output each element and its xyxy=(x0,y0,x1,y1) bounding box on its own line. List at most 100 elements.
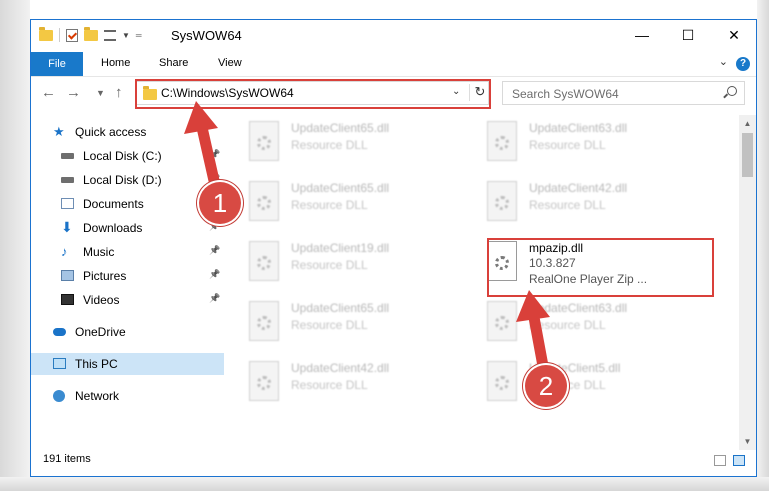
up-arrow-icon[interactable]: ↑ xyxy=(115,84,123,101)
gear-icon xyxy=(257,136,271,150)
step-2-badge: 2 xyxy=(525,365,567,407)
file-item[interactable]: UpdateClient65.dll Resource DLL xyxy=(249,119,469,169)
vertical-scrollbar[interactable]: ▲ ▼ xyxy=(739,115,756,450)
file-type: Resource DLL xyxy=(291,378,368,392)
nav-item-network[interactable]: Network xyxy=(31,385,224,407)
nav-item-videos[interactable]: Videos 📌 xyxy=(31,289,224,311)
file-type: Resource DLL xyxy=(291,258,368,272)
network-icon xyxy=(53,390,65,402)
folder-icon xyxy=(39,26,53,41)
file-item[interactable]: UpdateClient5.dll Resource DLL xyxy=(487,359,707,409)
file-item[interactable]: UpdateClient65.dll Resource DLL xyxy=(249,179,469,229)
nav-item-pictures[interactable]: Pictures 📌 xyxy=(31,265,224,287)
nav-item-label: This PC xyxy=(75,357,118,371)
drive-icon xyxy=(61,153,74,159)
tab-view[interactable]: View xyxy=(218,57,242,69)
gear-icon xyxy=(495,376,509,390)
search-placeholder: Search SysWOW64 xyxy=(512,87,619,101)
right-shadow xyxy=(757,0,769,491)
pin-icon[interactable]: 📌 xyxy=(209,269,220,280)
file-item[interactable]: UpdateClient42.dll Resource DLL xyxy=(249,359,469,409)
nav-item-download[interactable]: ⬇ Downloads 📌 xyxy=(31,217,224,239)
dll-file-icon xyxy=(249,301,279,341)
nav-item-music[interactable]: ♪ Music 📌 xyxy=(31,241,224,263)
file-name: UpdateClient63.dll xyxy=(529,301,628,315)
file-name: UpdateClient42.dll xyxy=(291,361,390,375)
file-name: UpdateClient65.dll xyxy=(291,301,390,315)
file-type: Resource DLL xyxy=(291,138,368,152)
navigation-pane: ★ Quick access Local Disk (C:) 📌 Local Disk … xyxy=(31,115,224,445)
file-name: UpdateClient63.dll xyxy=(529,121,628,135)
ribbon-tabs: File Home Share View ⌄ ? xyxy=(31,52,756,77)
pin-icon[interactable]: 📌 xyxy=(209,293,220,304)
file-name: UpdateClient65.dll xyxy=(291,181,390,195)
file-item[interactable]: UpdateClient42.dll Resource DLL xyxy=(487,179,707,229)
expand-ribbon-icon[interactable]: ⌄ xyxy=(719,55,728,68)
nav-item-label: Quick access xyxy=(75,125,147,139)
customize-toolbar-chevron-icon[interactable]: ▼ xyxy=(122,31,130,40)
dll-file-icon xyxy=(249,241,279,281)
properties-check-icon[interactable] xyxy=(66,28,78,42)
document-icon xyxy=(61,198,74,209)
videos-icon xyxy=(61,294,74,305)
nav-item-drive[interactable]: Local Disk (D:) 📌 xyxy=(31,169,224,191)
nav-item-cloud[interactable]: OneDrive xyxy=(31,321,224,343)
nav-item-label: Downloads xyxy=(83,221,143,235)
details-view-icon[interactable] xyxy=(714,455,726,466)
file-type: Resource DLL xyxy=(529,138,606,152)
dll-file-icon xyxy=(249,361,279,401)
title-bar: ▼ ═ SysWOW64 — ☐ ✕ xyxy=(31,20,756,50)
step-1-badge: 1 xyxy=(199,182,241,224)
gear-icon xyxy=(257,376,271,390)
recent-locations-chevron-icon[interactable]: ▼ xyxy=(96,88,105,98)
properties-icon[interactable] xyxy=(104,29,116,41)
back-arrow-icon[interactable]: ← xyxy=(41,84,56,101)
tab-home[interactable]: Home xyxy=(101,57,130,69)
scroll-up-icon[interactable]: ▲ xyxy=(739,115,756,132)
toolbar-menu-icon[interactable]: ═ xyxy=(136,31,142,40)
nav-item-star[interactable]: ★ Quick access xyxy=(31,121,224,143)
tab-share[interactable]: Share xyxy=(159,57,188,69)
nav-item-label: Network xyxy=(75,389,120,403)
new-folder-icon[interactable] xyxy=(84,26,98,41)
file-item[interactable]: UpdateClient63.dll Resource DLL xyxy=(487,299,707,349)
help-icon[interactable]: ? xyxy=(736,57,750,71)
scrollbar-thumb[interactable] xyxy=(742,133,753,177)
tab-file[interactable]: File xyxy=(31,52,83,76)
nav-item-computer[interactable]: This PC xyxy=(31,353,224,375)
nav-item-drive[interactable]: Local Disk (C:) 📌 xyxy=(31,145,224,167)
gear-icon xyxy=(257,256,271,270)
nav-item-label: OneDrive xyxy=(75,325,126,339)
minimize-button[interactable]: — xyxy=(619,20,665,50)
file-item[interactable]: UpdateClient63.dll Resource DLL xyxy=(487,119,707,169)
nav-item-label: Videos xyxy=(83,293,120,307)
file-name: UpdateClient42.dll xyxy=(529,181,628,195)
dll-file-icon xyxy=(249,121,279,161)
file-highlight xyxy=(487,238,714,297)
file-type: Resource DLL xyxy=(529,318,606,332)
cloud-icon xyxy=(53,328,66,336)
nav-item-label: Documents xyxy=(83,197,144,211)
dll-file-icon xyxy=(487,301,517,341)
star-icon: ★ xyxy=(53,124,65,139)
file-item[interactable]: UpdateClient65.dll Resource DLL xyxy=(249,299,469,349)
pin-icon[interactable]: 📌 xyxy=(209,149,220,160)
nav-item-label: Local Disk (C:) xyxy=(83,149,162,163)
window-title: SysWOW64 xyxy=(171,28,242,43)
close-button[interactable]: ✕ xyxy=(711,20,756,50)
quick-access-toolbar: ▼ ═ xyxy=(39,26,142,42)
large-icons-view-icon[interactable] xyxy=(733,455,745,466)
file-name: UpdateClient65.dll xyxy=(291,121,390,135)
dll-file-icon xyxy=(487,181,517,221)
forward-arrow-icon[interactable]: → xyxy=(66,84,81,101)
file-item[interactable]: UpdateClient19.dll Resource DLL xyxy=(249,239,469,289)
pin-icon[interactable]: 📌 xyxy=(209,245,220,256)
file-type: Resource DLL xyxy=(529,198,606,212)
search-input[interactable]: Search SysWOW64 xyxy=(502,81,745,105)
gear-icon xyxy=(495,316,509,330)
maximize-button[interactable]: ☐ xyxy=(665,20,711,50)
gear-icon xyxy=(495,196,509,210)
nav-item-document[interactable]: Documents📌 xyxy=(31,193,224,215)
scroll-down-icon[interactable]: ▼ xyxy=(739,433,756,450)
gear-icon xyxy=(495,136,509,150)
